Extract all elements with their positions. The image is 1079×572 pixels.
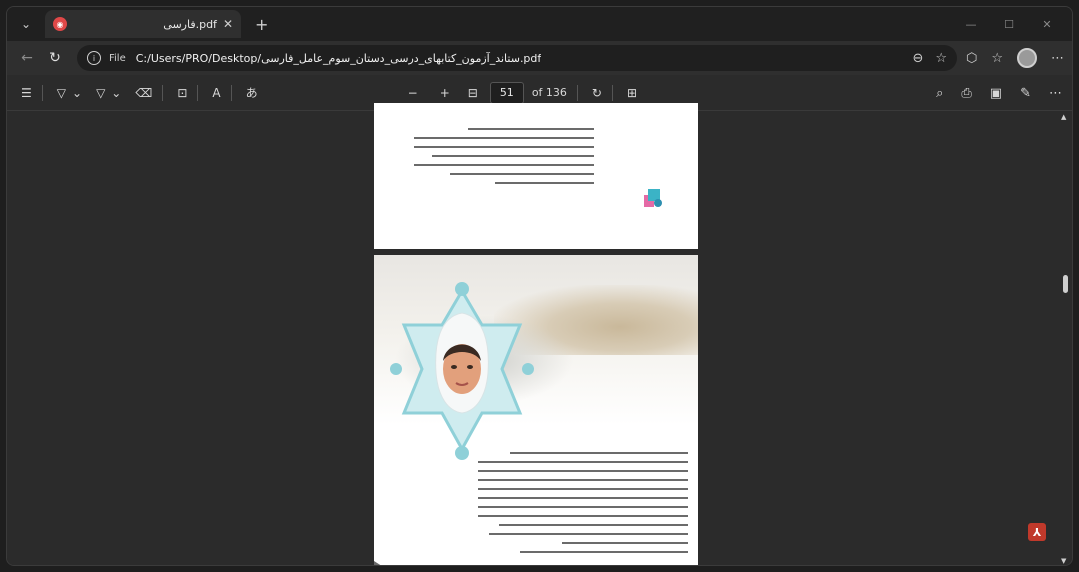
highlight-icon[interactable]: ▽	[57, 86, 66, 100]
toolbar-divider	[611, 84, 613, 101]
toolbar-divider	[230, 84, 232, 101]
scroll-thumb[interactable]	[1063, 275, 1068, 293]
avatar[interactable]	[1017, 48, 1037, 68]
scroll-down-icon[interactable]: ▼	[1061, 557, 1066, 565]
browser-window: ⌄ ◉ فارسی.pdf ✕ + — ☐ ✕ ← ↻ i File C:/Us…	[6, 6, 1073, 566]
draw-icon[interactable]: ▽	[96, 86, 105, 100]
portrait-frame	[390, 282, 534, 460]
text-box-icon[interactable]: ⊡	[177, 86, 187, 100]
draw-dropdown-icon[interactable]: ⌄	[111, 86, 121, 100]
page-count: of 136	[531, 86, 567, 99]
pdf-viewer[interactable]: ⅄	[7, 103, 1072, 565]
zoom-out-icon[interactable]: −	[408, 86, 418, 100]
toolbar-divider	[197, 84, 199, 101]
highlight-dropdown-icon[interactable]: ⌄	[72, 86, 82, 100]
tab-bar: ⌄ ◉ فارسی.pdf ✕ + — ☐ ✕	[7, 7, 1072, 41]
window-controls: — ☐ ✕	[952, 7, 1066, 41]
eraser-icon[interactable]: ⌫	[135, 86, 152, 100]
tab-pdf[interactable]: ◉ فارسی.pdf ✕	[45, 10, 241, 38]
print-icon[interactable]: ⎙	[961, 86, 971, 101]
page-view-icon[interactable]: ⊞	[627, 86, 637, 100]
scroll-up-icon[interactable]: ▲	[1061, 113, 1066, 121]
star-icon[interactable]: ☆	[935, 51, 947, 66]
save-icon[interactable]: ▣	[990, 86, 1002, 101]
fit-page-icon[interactable]: ⊟	[468, 86, 478, 100]
close-tab-icon[interactable]: ✕	[223, 17, 233, 31]
extensions-icon[interactable]: ⬡	[966, 51, 977, 66]
translate-icon[interactable]: あ	[246, 84, 258, 101]
zoom-icon[interactable]: ⊖	[912, 51, 923, 66]
more-icon[interactable]: ⋯	[1051, 51, 1064, 66]
acrobat-icon[interactable]: ⅄	[1028, 523, 1046, 541]
save-as-icon[interactable]: ✎	[1020, 86, 1031, 101]
tab-title: فارسی.pdf	[163, 17, 217, 31]
contents-icon[interactable]: ☰	[21, 86, 32, 100]
collections-icon[interactable]: ☆	[991, 51, 1003, 66]
maximize-button[interactable]: ☐	[990, 18, 1028, 31]
more-options-icon[interactable]: ⋯	[1049, 86, 1062, 101]
back-arrow-icon[interactable]: ←	[13, 50, 41, 66]
info-icon[interactable]: i	[87, 51, 101, 65]
page-text-block	[414, 121, 594, 191]
url-path: C:/Users/PRO/Desktop/ستاند_آزمون_کتابهای…	[135, 51, 542, 65]
url-scheme: File	[109, 52, 126, 64]
new-tab-button[interactable]: +	[255, 15, 268, 34]
pdf-page-previous	[374, 103, 698, 249]
read-aloud-icon[interactable]: A	[212, 86, 220, 100]
tab-actions-menu-icon[interactable]: ⌄	[11, 11, 41, 37]
book-logo-icon	[644, 189, 662, 207]
vertical-scrollbar[interactable]: ▲ ▼	[1060, 111, 1070, 565]
zoom-in-icon[interactable]: +	[440, 86, 450, 100]
rotate-icon[interactable]: ↻	[592, 86, 602, 100]
pdf-page-current	[374, 255, 698, 565]
toolbar-divider	[162, 84, 164, 101]
page-number-input[interactable]: 51	[489, 81, 524, 104]
page-corner	[374, 561, 396, 565]
page-text-block	[478, 445, 688, 560]
refresh-icon[interactable]: ↻	[41, 50, 69, 66]
minimize-button[interactable]: —	[952, 18, 990, 31]
close-window-button[interactable]: ✕	[1028, 18, 1066, 31]
address-bar: ← ↻ i File C:/Users/PRO/Desktop/ستاند_آز…	[7, 41, 1072, 75]
toolbar-divider	[41, 84, 43, 101]
search-icon[interactable]: ⌕	[936, 86, 943, 101]
toolbar-divider	[576, 84, 578, 101]
pdf-icon: ◉	[53, 17, 67, 31]
url-field[interactable]: i File C:/Users/PRO/Desktop/ستاند_آزمون_…	[77, 45, 957, 71]
